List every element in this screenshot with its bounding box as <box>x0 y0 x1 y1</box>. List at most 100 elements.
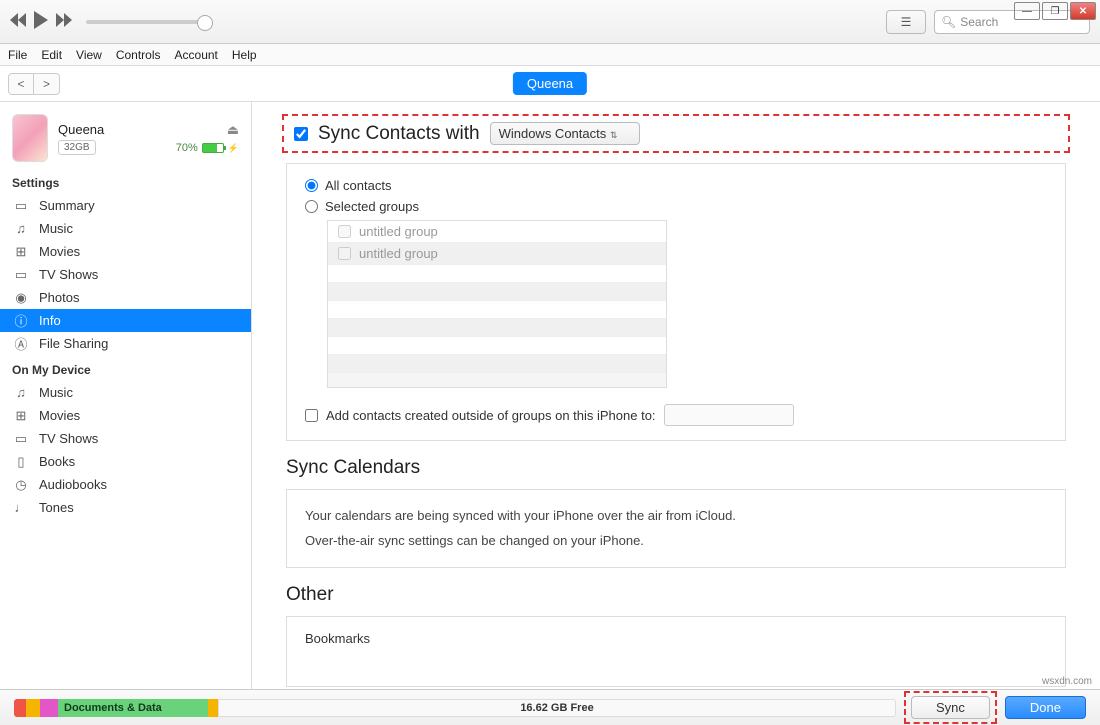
menu-help[interactable]: Help <box>232 48 257 62</box>
prev-track-icon[interactable] <box>10 13 28 30</box>
done-button[interactable]: Done <box>1005 696 1086 719</box>
audiobooks-icon: ◷ <box>12 478 30 492</box>
sync-contacts-checkbox[interactable] <box>294 127 308 141</box>
sidebar-item-label: Info <box>39 313 61 328</box>
device-header: Queena 32GB ⏏ 70% ⚡ <box>0 108 251 168</box>
group-label: untitled group <box>359 246 438 261</box>
radio-all-label: All contacts <box>325 178 391 193</box>
search-placeholder: Search <box>960 15 998 29</box>
sidebar-item-info[interactable]: ⓘInfo <box>0 309 251 332</box>
bottom-bar: Documents & Data 16.62 GB Free Sync Done <box>0 689 1100 725</box>
movies-icon: ⊞ <box>12 409 30 423</box>
sidebar-settings-heading: Settings <box>0 168 251 194</box>
sidebar-item-label: Audiobooks <box>39 477 107 492</box>
groups-listbox[interactable]: untitled group untitled group <box>327 220 667 388</box>
sidebar-item-movies[interactable]: ⊞Movies <box>0 240 251 263</box>
next-track-icon[interactable] <box>56 13 74 30</box>
battery-status: 70% ⚡ <box>176 142 239 154</box>
sidebar-item-label: Tones <box>39 500 74 515</box>
menu-edit[interactable]: Edit <box>41 48 62 62</box>
summary-icon: ▭ <box>12 199 30 213</box>
device-name: Queena <box>58 122 166 137</box>
eject-icon[interactable]: ⏏ <box>227 122 239 138</box>
sidebar-item-filesharing[interactable]: Ⓐ File Sharing <box>0 332 251 355</box>
sync-contacts-dropdown[interactable]: Windows Contacts ⇅ <box>490 122 641 145</box>
sidebar: Queena 32GB ⏏ 70% ⚡ Settings ▭ Summary ♫ M… <box>0 102 252 689</box>
storage-docs-label: Documents & Data <box>64 702 162 714</box>
minimize-button[interactable]: — <box>1014 2 1040 20</box>
window-controls: — ❐ ✕ <box>1014 2 1096 20</box>
close-button[interactable]: ✕ <box>1070 2 1096 20</box>
menu-account[interactable]: Account <box>175 48 218 62</box>
tones-icon: ♩ <box>12 501 30 515</box>
filesharing-icon: Ⓐ <box>12 337 30 351</box>
list-view-button[interactable]: ☰ <box>886 10 926 34</box>
menu-view[interactable]: View <box>76 48 102 62</box>
music-icon: ♫ <box>12 386 30 400</box>
sync-contacts-dropdown-value: Windows Contacts <box>499 126 607 141</box>
menu-bar: File Edit View Controls Account Help <box>0 44 1100 66</box>
sidebar-item-label: Summary <box>39 198 95 213</box>
sync-button[interactable]: Sync <box>911 696 990 719</box>
sidebar-item-device-movies[interactable]: ⊞ Movies <box>0 404 251 427</box>
add-outside-label: Add contacts created outside of groups o… <box>326 408 656 423</box>
sidebar-item-label: TV Shows <box>39 267 98 282</box>
sidebar-item-label: Music <box>39 385 73 400</box>
toolbar: ☰ 🔍︎ Search <box>0 0 1100 44</box>
add-outside-dropdown[interactable] <box>664 404 794 426</box>
sidebar-item-label: File Sharing <box>39 336 108 351</box>
sidebar-item-device-books[interactable]: ▯Books <box>0 450 251 473</box>
nav-back-button[interactable]: < <box>8 73 34 95</box>
volume-slider[interactable] <box>86 20 206 24</box>
sidebar-item-tvshows[interactable]: ▭ TV Shows <box>0 263 251 286</box>
music-icon: ♫ <box>12 222 30 236</box>
sidebar-item-device-music[interactable]: ♫ Music <box>0 381 251 404</box>
play-icon[interactable] <box>34 11 50 32</box>
sidebar-item-music[interactable]: ♫ Music <box>0 217 251 240</box>
radio-selected-groups[interactable] <box>305 200 318 213</box>
sidebar-item-label: Photos <box>39 290 79 305</box>
other-heading: Other <box>286 584 1066 606</box>
add-outside-checkbox[interactable] <box>305 409 318 422</box>
menu-controls[interactable]: Controls <box>116 48 161 62</box>
other-panel: Bookmarks <box>286 616 1066 687</box>
sync-contacts-title: Sync Contacts with <box>318 123 480 145</box>
storage-bar: Documents & Data 16.62 GB Free <box>14 699 896 717</box>
device-tab[interactable]: Queena <box>513 72 587 95</box>
menu-file[interactable]: File <box>8 48 27 62</box>
sidebar-item-summary[interactable]: ▭ Summary <box>0 194 251 217</box>
chevron-updown-icon: ⇅ <box>610 130 618 140</box>
nav-forward-button[interactable]: > <box>34 73 60 95</box>
other-bookmarks-row: Bookmarks <box>305 631 1047 646</box>
device-thumbnail-icon <box>12 114 48 162</box>
battery-percent: 70% <box>176 142 198 154</box>
sidebar-item-label: Movies <box>39 244 80 259</box>
maximize-button[interactable]: ❐ <box>1042 2 1068 20</box>
content-pane: Sync Contacts with Windows Contacts ⇅ Al… <box>252 102 1100 689</box>
sidebar-item-label: Music <box>39 221 73 236</box>
photos-icon: ◉ <box>12 291 30 305</box>
sidebar-item-label: Books <box>39 454 75 469</box>
radio-all-contacts[interactable] <box>305 179 318 192</box>
sidebar-item-label: Movies <box>39 408 80 423</box>
sidebar-item-photos[interactable]: ◉ Photos <box>0 286 251 309</box>
storage-free-label: 16.62 GB Free <box>520 702 593 714</box>
sync-contacts-highlight: Sync Contacts with Windows Contacts ⇅ <box>282 114 1070 153</box>
group-checkbox <box>338 225 351 238</box>
sidebar-item-device-audiobooks[interactable]: ◷ Audiobooks <box>0 473 251 496</box>
radio-selected-label: Selected groups <box>325 199 419 214</box>
calendars-panel: Your calendars are being synced with you… <box>286 489 1066 568</box>
calendars-line2: Over-the-air sync settings can be change… <box>305 529 1047 554</box>
sidebar-ondevice-heading: On My Device <box>0 355 251 381</box>
device-capacity-badge: 32GB <box>58 140 96 155</box>
sidebar-item-device-tvshows[interactable]: ▭TV Shows <box>0 427 251 450</box>
search-icon: 🔍︎ <box>941 15 956 29</box>
tv-icon: ▭ <box>12 432 30 446</box>
sidebar-item-device-tones[interactable]: ♩ Tones <box>0 496 251 519</box>
calendars-line1: Your calendars are being synced with you… <box>305 504 1047 529</box>
sync-calendars-heading: Sync Calendars <box>286 457 1066 479</box>
group-checkbox <box>338 247 351 260</box>
tv-icon: ▭ <box>12 268 30 282</box>
group-label: untitled group <box>359 224 438 239</box>
watermark: wsxdn.com <box>1042 676 1092 687</box>
